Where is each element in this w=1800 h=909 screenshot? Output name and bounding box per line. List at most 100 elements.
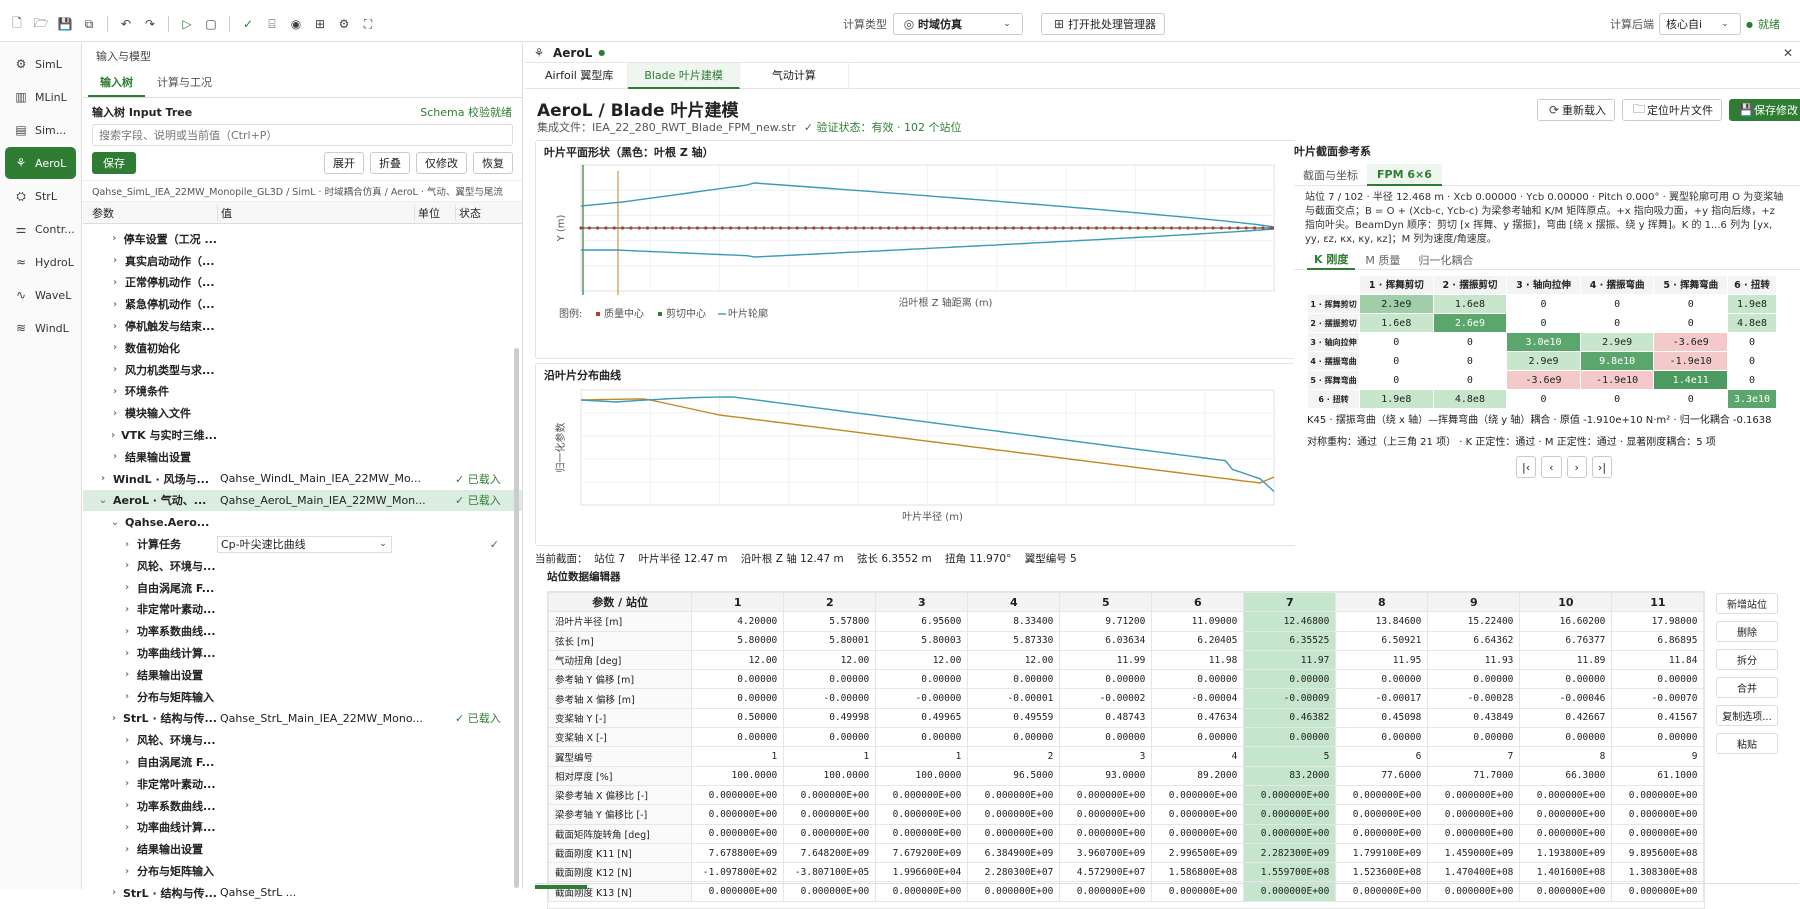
station-cell[interactable]: 0.45098 bbox=[1335, 707, 1429, 729]
chevron-right-icon[interactable]: › bbox=[121, 800, 133, 811]
station-cell[interactable]: 0.000000E+00 bbox=[1427, 823, 1521, 844]
station-cell[interactable]: 0.000000E+00 bbox=[1059, 804, 1153, 825]
station-cell[interactable]: -0.00017 bbox=[1335, 688, 1429, 709]
station-cell[interactable]: 0.49965 bbox=[875, 707, 969, 729]
station-cell[interactable]: 0.000000E+00 bbox=[1243, 784, 1337, 806]
chevron-right-icon[interactable]: › bbox=[109, 451, 121, 462]
station-cell[interactable]: 0.00000 bbox=[1151, 669, 1245, 690]
chevron-right-icon[interactable]: › bbox=[109, 342, 121, 353]
station-cell[interactable]: 1.308300E+08 bbox=[1611, 862, 1704, 883]
save-all-icon[interactable]: ⧉ bbox=[80, 16, 98, 32]
tree-row[interactable]: › 真实启动动作（... bbox=[83, 250, 522, 272]
fpm-cell[interactable]: 0 bbox=[1653, 389, 1729, 409]
station-cell[interactable]: 11.95 bbox=[1335, 649, 1429, 671]
station-cell[interactable]: 8.33400 bbox=[967, 611, 1061, 632]
tree-row[interactable]: › VTK 与实时三维... bbox=[83, 424, 522, 446]
rail-item-siml[interactable]: ⚙ SimL bbox=[5, 48, 76, 80]
tree-row-value[interactable]: Qahse_StrL ... bbox=[217, 886, 414, 899]
station-cell[interactable]: 1.586800E+08 bbox=[1151, 862, 1245, 883]
tree-row[interactable]: › 计算任务 Cp-叶尖速比曲线 ⌄ ✓ bbox=[83, 533, 522, 555]
fpm-cell[interactable]: 3.3e10 bbox=[1727, 389, 1777, 409]
fpm-cell[interactable]: 1.4e11 bbox=[1653, 370, 1729, 390]
tree-row[interactable]: › 结果输出设置 bbox=[83, 838, 522, 860]
tree-row[interactable]: › 风力机类型与求... bbox=[83, 359, 522, 381]
station-cell[interactable]: 1.210 bbox=[1703, 862, 1704, 883]
station-cell[interactable]: 1 bbox=[691, 746, 785, 767]
station-cell[interactable]: 0.000000E+00 bbox=[691, 823, 785, 844]
station-cell[interactable]: 11.99 bbox=[1059, 649, 1153, 671]
locate-button[interactable]: 🗀 定位叶片文件 bbox=[1622, 99, 1722, 121]
station-cell[interactable]: 6.64362 bbox=[1427, 630, 1521, 651]
tree-row[interactable]: › 自由涡尾流 F... bbox=[83, 751, 522, 773]
fpm-cell[interactable]: 0 bbox=[1579, 389, 1655, 409]
station-cell[interactable]: 1.523600E+08 bbox=[1335, 862, 1429, 883]
chevron-right-icon[interactable]: › bbox=[109, 364, 121, 375]
station-cell[interactable]: 4.20000 bbox=[691, 611, 785, 632]
tree-row[interactable]: › 紧急停机动作（... bbox=[83, 293, 522, 315]
station-cell[interactable]: 0.000000E+00 bbox=[1243, 823, 1337, 844]
bottom-tab-active[interactable] bbox=[535, 885, 587, 889]
next-page-button[interactable]: › bbox=[1566, 456, 1587, 478]
station-cell[interactable]: 2.282300E+09 bbox=[1243, 842, 1337, 864]
chevron-right-icon[interactable]: › bbox=[121, 844, 133, 855]
station-col-header[interactable]: 8 bbox=[1335, 592, 1429, 613]
station-cell[interactable] bbox=[1703, 707, 1704, 729]
station-cell[interactable]: -3.807100E+05 bbox=[783, 862, 877, 883]
station-cell[interactable]: 0.00000 bbox=[1519, 727, 1613, 748]
chevron-right-icon[interactable]: › bbox=[121, 691, 133, 702]
tab-k-stiffness[interactable]: K 刚度 bbox=[1307, 251, 1356, 270]
station-col-header[interactable]: 1 bbox=[691, 592, 785, 613]
station-cell[interactable]: 8 bbox=[1519, 746, 1613, 767]
chevron-down-icon[interactable]: ⌄ bbox=[109, 517, 121, 528]
fpm-cell[interactable]: 0 bbox=[1359, 351, 1434, 371]
tree-row-value[interactable]: Cp-叶尖速比曲线 ⌄ bbox=[217, 535, 392, 553]
station-cell[interactable]: 0.49998 bbox=[783, 707, 877, 729]
undo-icon[interactable]: ↶ bbox=[117, 16, 135, 32]
station-cell[interactable]: 61.1000 bbox=[1611, 765, 1704, 786]
tree-row[interactable]: › 风轮、环境与... bbox=[83, 729, 522, 751]
station-cell[interactable]: 16.60200 bbox=[1519, 611, 1613, 632]
station-cell[interactable]: 0.48743 bbox=[1059, 707, 1153, 729]
fpm-cell[interactable]: 0 bbox=[1727, 370, 1777, 390]
station-cell[interactable]: 6 bbox=[1335, 746, 1429, 767]
station-cell[interactable]: 77.6000 bbox=[1335, 765, 1429, 786]
station-cell[interactable]: 0.46382 bbox=[1243, 707, 1337, 729]
station-cell[interactable]: 0.000000E+00 bbox=[1519, 784, 1613, 806]
tree-row[interactable]: › StrL · 结构与传... Qahse_StrL_Main_IEA_22MW_… bbox=[83, 708, 522, 730]
fullscreen-icon[interactable]: ⛶ bbox=[359, 16, 377, 32]
station-cell[interactable] bbox=[1703, 746, 1704, 767]
rail-item-contr[interactable]: ⚌ Contr... bbox=[5, 213, 76, 245]
station-cell[interactable]: 11.93 bbox=[1427, 649, 1521, 671]
tree-row[interactable]: › 功率曲线计算... bbox=[83, 817, 522, 839]
tree-row[interactable]: › 风轮、环境与... bbox=[83, 555, 522, 577]
station-cell[interactable]: 6.50921 bbox=[1335, 630, 1429, 651]
station-cell[interactable]: 0.000000E+00 bbox=[1611, 804, 1704, 825]
tab-airfoil[interactable]: Airfoil 翼型库 bbox=[531, 62, 629, 89]
chevron-right-icon[interactable]: › bbox=[121, 866, 133, 877]
fpm-cell[interactable]: 0 bbox=[1359, 370, 1434, 390]
station-cell[interactable]: -1.097800E+02 bbox=[691, 862, 785, 883]
calc-type-select[interactable]: ◎ 时域仿真 ⌄ bbox=[893, 13, 1023, 35]
station-cell[interactable]: 0.00000 bbox=[783, 669, 877, 690]
station-cell[interactable]: 0.00000 bbox=[691, 727, 785, 748]
station-cell[interactable]: 7.678800E+09 bbox=[691, 842, 785, 864]
chevron-right-icon[interactable]: › bbox=[121, 822, 133, 833]
station-col-header[interactable]: 2 bbox=[783, 592, 877, 613]
station-cell[interactable]: 0.000000E+00 bbox=[967, 823, 1061, 844]
tree-row[interactable]: › 模块输入文件 bbox=[83, 402, 522, 424]
side-button-5[interactable]: 粘贴 bbox=[1716, 733, 1778, 754]
station-col-header[interactable]: 11 bbox=[1611, 592, 1704, 613]
tree-row[interactable]: › 功率系数曲线... bbox=[83, 620, 522, 642]
chevron-right-icon[interactable]: › bbox=[121, 669, 133, 680]
fpm-cell[interactable]: 4.8e8 bbox=[1727, 313, 1777, 333]
station-cell[interactable]: 0.000000E+00 bbox=[1519, 804, 1613, 825]
tree-row-value[interactable]: Qahse_WindL_Main_IEA_22MW_Mo... bbox=[217, 472, 421, 485]
station-cell[interactable]: 1.401600E+08 bbox=[1519, 862, 1613, 883]
tab-aero-calc[interactable]: 气动计算 bbox=[740, 62, 849, 89]
station-cell[interactable]: 11.09000 bbox=[1151, 611, 1245, 632]
station-cell[interactable]: 0.00000 bbox=[1611, 727, 1704, 748]
station-cell[interactable]: 7 bbox=[1427, 746, 1521, 767]
station-col-header[interactable]: 9 bbox=[1427, 592, 1521, 613]
station-cell[interactable]: 0.000000E+00 bbox=[1611, 784, 1704, 806]
station-cell[interactable]: 12.00 bbox=[967, 649, 1061, 671]
